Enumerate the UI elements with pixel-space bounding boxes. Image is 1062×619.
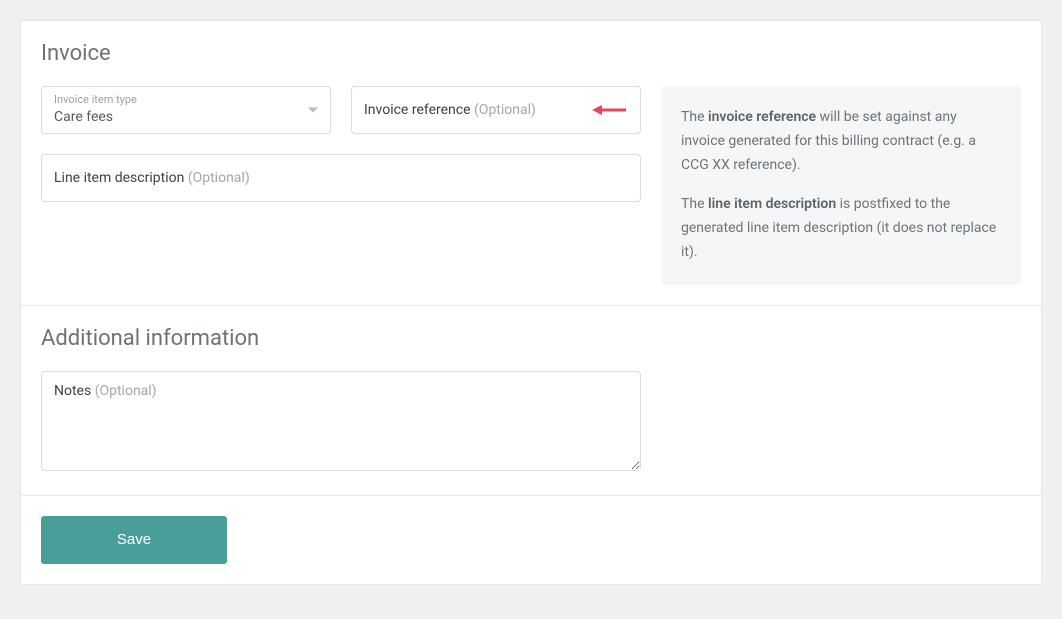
- invoice-item-type-value: Care fees: [54, 109, 113, 125]
- line-item-description-input[interactable]: [42, 155, 640, 201]
- invoice-help-panel: The invoice reference will be set agains…: [661, 86, 1021, 285]
- form-card: Invoice Invoice item type Care fees Invo…: [20, 20, 1042, 585]
- chevron-down-icon: [308, 108, 318, 113]
- help-paragraph-reference: The invoice reference will be set agains…: [681, 106, 1001, 177]
- invoice-section: Invoice Invoice item type Care fees Invo…: [21, 21, 1041, 305]
- arrow-left-icon: [592, 103, 628, 117]
- additional-info-heading: Additional information: [41, 326, 1021, 351]
- invoice-item-type-label: Invoice item type: [54, 93, 318, 107]
- save-button[interactable]: Save: [41, 516, 227, 564]
- invoice-reference-field[interactable]: Invoice reference (Optional): [351, 86, 641, 134]
- help-paragraph-lineitem: The line item description is postfixed t…: [681, 193, 1001, 264]
- invoice-heading: Invoice: [41, 41, 1021, 66]
- form-footer: Save: [21, 495, 1041, 584]
- additional-info-section: Additional information Notes (Optional): [21, 305, 1041, 495]
- line-item-description-field[interactable]: Line item description (Optional): [41, 154, 641, 202]
- notes-textarea[interactable]: [41, 371, 641, 471]
- invoice-item-type-select[interactable]: Invoice item type Care fees: [41, 86, 331, 134]
